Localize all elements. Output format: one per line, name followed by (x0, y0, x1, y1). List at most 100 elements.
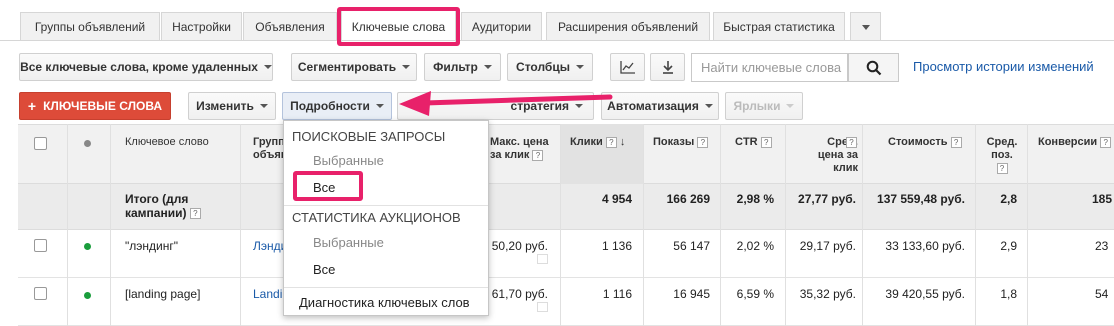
auction-insights-heading: СТАТИСТИКА АУКЦИОНОВ (292, 210, 461, 225)
sort-desc-icon: ↓ (619, 136, 626, 148)
search-terms-all-item[interactable]: Все (313, 180, 335, 195)
col-ctr[interactable]: CTR ? (735, 136, 772, 149)
avg-cpc-cell: 29,17 руб. (799, 239, 856, 253)
help-icon[interactable]: ? (996, 162, 1008, 174)
button-label: Фильтр (433, 60, 478, 74)
header-label: Сред. поз. (986, 136, 1018, 161)
button-label: Подробности (290, 99, 370, 113)
chevron-down-icon (786, 104, 795, 108)
tab-keywords[interactable]: Ключевые слова (341, 10, 456, 43)
status-enabled-icon (84, 292, 91, 299)
keyword-diagnostics-item[interactable]: Диагностика ключевых слов (299, 295, 470, 310)
download-button[interactable] (650, 53, 685, 81)
change-history-link[interactable]: Просмотр истории изменений (913, 59, 1094, 74)
download-icon (662, 61, 673, 74)
search-terms-heading: ПОИСКОВЫЕ ЗАПРОСЫ (292, 129, 446, 144)
tab-divider (0, 40, 1114, 41)
select-all-checkbox[interactable] (34, 137, 47, 150)
max-cpc-cell[interactable]: 61,70 руб. (488, 287, 548, 301)
auction-insights-selected-item[interactable]: Выбранные (313, 235, 384, 250)
keyword-cell[interactable]: "лэндинг" (125, 239, 178, 253)
col-cost[interactable]: Стоимость ? (888, 136, 962, 149)
chevron-down-icon (263, 65, 272, 69)
search-button[interactable] (848, 53, 899, 82)
add-keywords-button[interactable]: + КЛЮЧЕВЫЕ СЛОВА (19, 92, 171, 120)
col-keyword[interactable]: Ключевое слово (125, 136, 209, 149)
details-dropdown-menu: ПОИСКОВЫЕ ЗАПРОСЫ Выбранные Все СТАТИСТИ… (283, 120, 489, 316)
header-label: CTR (735, 136, 758, 148)
row-checkbox[interactable] (34, 287, 47, 300)
bid-edit-icon[interactable] (537, 254, 548, 264)
total-conversions: 185 (1092, 192, 1113, 206)
keyword-search-input[interactable]: Найти ключевые слова (691, 53, 848, 82)
tab-ad-extensions[interactable]: Расширения объявлений (546, 12, 710, 41)
clicks-cell: 1 116 (602, 287, 632, 301)
chevron-down-icon (483, 65, 492, 69)
impressions-cell: 56 147 (673, 239, 710, 253)
help-icon[interactable]: ? (605, 136, 617, 148)
chart-button[interactable] (610, 53, 645, 81)
edit-button[interactable]: Изменить (188, 92, 276, 120)
max-cpc-cell[interactable]: 50,20 руб. (488, 239, 548, 253)
totals-label: Итого (для кампании) ? (125, 192, 235, 220)
total-clicks: 4 954 (601, 192, 632, 206)
col-impressions[interactable]: Показы ? (653, 136, 709, 149)
columns-button[interactable]: Столбцы (507, 53, 593, 81)
plus-icon: + (27, 98, 37, 114)
tab-label: Настройки (172, 20, 231, 34)
tab-label: Группы объявлений (34, 20, 146, 34)
header-label: Клики (570, 136, 603, 148)
button-label: Все ключевые слова, кроме удаленных (20, 60, 258, 74)
header-label: Стоимость (888, 136, 948, 148)
automation-button[interactable]: Автоматизация (601, 92, 719, 120)
tab-audiences[interactable]: Аудитории (461, 12, 542, 41)
total-ctr: 2,98 % (736, 192, 774, 206)
ad-group-link[interactable]: Landi (253, 287, 282, 301)
tab-quick-stats[interactable]: Быстрая статистика (713, 12, 845, 41)
col-conversions[interactable]: Конверсии ? (1038, 136, 1112, 149)
column-divider (67, 124, 68, 326)
help-icon[interactable]: ? (760, 136, 772, 148)
help-icon[interactable]: ? (189, 208, 201, 220)
search-terms-selected-item[interactable]: Выбранные (313, 153, 384, 168)
chevron-down-icon (375, 104, 384, 108)
button-label: Изменить (196, 99, 254, 113)
row-checkbox[interactable] (34, 239, 47, 252)
search-icon (866, 60, 881, 75)
col-avg-pos[interactable]: Сред. поз. ? (986, 136, 1018, 175)
keyword-status-filter[interactable]: Все ключевые слова, кроме удаленных (19, 53, 273, 81)
help-icon[interactable]: ? (950, 136, 962, 148)
more-tabs-button[interactable] (850, 12, 881, 41)
cost-cell: 33 133,60 руб. (885, 239, 965, 253)
col-max-cpc[interactable]: Макс. цена за клик ? (490, 136, 552, 162)
cost-cell: 39 420,55 руб. (885, 287, 965, 301)
help-icon[interactable]: ? (846, 136, 857, 149)
column-divider (1027, 124, 1028, 326)
details-button[interactable]: Подробности (282, 92, 392, 120)
help-icon[interactable]: ? (697, 136, 709, 148)
help-icon[interactable]: ? (532, 149, 544, 161)
tab-settings[interactable]: Настройки (161, 12, 242, 41)
help-icon[interactable]: ? (1100, 136, 1112, 148)
line-chart-icon (619, 61, 635, 74)
filter-button[interactable]: Фильтр (424, 53, 501, 81)
segment-button[interactable]: Сегментировать (291, 53, 417, 81)
chevron-down-icon (704, 104, 713, 108)
column-divider (975, 124, 976, 326)
col-clicks[interactable]: Клики ? ↓ (570, 136, 625, 149)
labels-button[interactable]: Ярлыки (725, 92, 803, 120)
button-label: Ярлыки (733, 99, 781, 113)
tab-label: Аудитории (471, 20, 532, 34)
avg-cpc-cell: 35,32 руб. (799, 287, 856, 301)
menu-divider (284, 205, 488, 206)
tab-ad-groups[interactable]: Группы объявлений (20, 12, 160, 41)
conversions-cell: 23 (1095, 239, 1109, 253)
tab-ads[interactable]: Объявления (243, 12, 337, 41)
tab-label: Ключевые слова (351, 20, 446, 34)
column-divider (785, 124, 786, 326)
status-enabled-icon (84, 243, 91, 250)
keyword-cell[interactable]: [landing page] (125, 287, 200, 301)
auction-insights-all-item[interactable]: Все (313, 262, 335, 277)
col-ad-group[interactable]: Групп объявл (253, 136, 283, 162)
bid-edit-icon[interactable] (537, 302, 548, 312)
